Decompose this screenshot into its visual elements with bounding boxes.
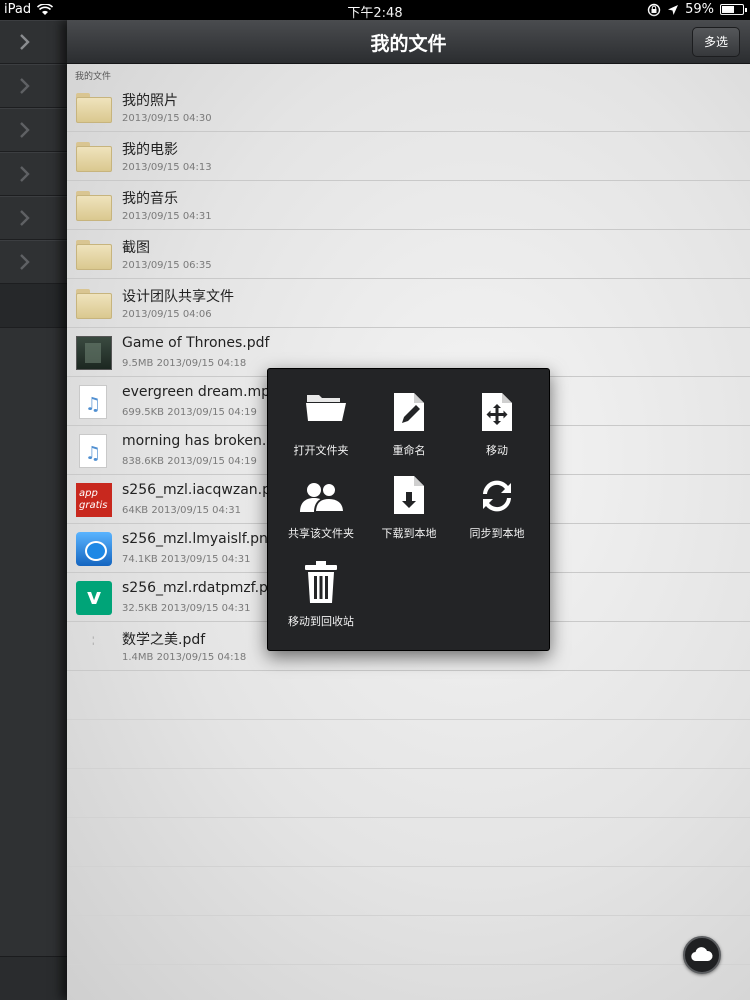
empty-row: [67, 671, 750, 720]
folder-icon: [76, 189, 112, 223]
file-name: s256_mzl.iacqwzan.png: [122, 482, 289, 498]
menu-item-label: 下载到本地: [381, 527, 437, 540]
file-meta: 32.5KB 2013/09/15 04:31: [122, 603, 251, 614]
music-file-icon: ♫: [79, 385, 107, 419]
menu-item-sync[interactable]: 同步到本地: [450, 452, 544, 540]
file-name: s256_mzl.lmyaislf.png: [122, 531, 277, 547]
battery-percent: 59%: [685, 2, 714, 17]
sidebar-item[interactable]: [0, 108, 67, 152]
trash-icon: [305, 561, 337, 603]
menu-item-download[interactable]: 下载到本地: [362, 452, 456, 540]
folder-icon: [76, 140, 112, 174]
rotation-lock-icon: [647, 3, 661, 16]
battery-icon: [720, 4, 747, 15]
open-folder-icon: [306, 395, 346, 421]
file-meta: 74.1KB 2013/09/15 04:31: [122, 554, 251, 565]
sidebar-item-selected[interactable]: [0, 284, 67, 328]
file-row[interactable]: 我的电影 2013/09/15 04:13: [67, 132, 750, 181]
sidebar-item[interactable]: [0, 240, 67, 284]
chevron-right-icon: [20, 210, 30, 226]
file-row[interactable]: 我的照片 2013/09/15 04:30: [67, 83, 750, 132]
status-time: 下午2:48: [347, 6, 403, 21]
sidebar-item[interactable]: [0, 64, 67, 108]
file-meta: 64KB 2013/09/15 04:31: [122, 505, 241, 516]
file-name: s256_mzl.rdatpmzf.png: [122, 580, 286, 596]
file-name: 我的音乐: [122, 191, 178, 207]
sidebar-footer: [0, 956, 67, 1000]
share-users-icon: [300, 482, 346, 513]
file-meta: 2013/09/15 04:13: [122, 162, 212, 173]
breadcrumb: 我的文件: [75, 72, 112, 82]
blank-file-icon: [76, 630, 112, 664]
folder-icon: [76, 287, 112, 321]
sidebar: [0, 20, 67, 1000]
location-icon: [668, 4, 679, 15]
page-title: 我的文件: [370, 33, 447, 55]
file-name: 数学之美.pdf: [122, 632, 206, 648]
navigation-bar: 我的文件 多选: [67, 20, 750, 64]
file-meta: 2013/09/15 06:35: [122, 260, 212, 271]
vine-thumbnail-icon: v: [76, 581, 112, 615]
file-name: 截图: [122, 240, 150, 256]
app-gratis-thumbnail-icon: app gratis: [76, 483, 112, 517]
chevron-right-icon: [20, 78, 30, 94]
sync-icon: [483, 480, 511, 512]
folder-icon: [76, 238, 112, 272]
cloud-button[interactable]: [683, 936, 721, 974]
bird-thumbnail-icon: [76, 532, 112, 566]
file-meta: 1.4MB 2013/09/15 04:18: [122, 652, 247, 663]
sidebar-item[interactable]: [0, 20, 67, 64]
file-meta: 2013/09/15 04:06: [122, 309, 212, 320]
menu-item-open-folder[interactable]: 打开文件夹: [274, 369, 368, 457]
sidebar-item[interactable]: [0, 196, 67, 240]
status-bar: iPad 下午2:48 59%: [0, 0, 750, 21]
sidebar-item[interactable]: [0, 152, 67, 196]
empty-row: [67, 720, 750, 769]
pdf-thumbnail-icon: [76, 336, 112, 370]
menu-item-move[interactable]: 移动: [450, 369, 544, 457]
empty-row: [67, 769, 750, 818]
music-file-icon: ♫: [79, 434, 107, 468]
multi-select-button[interactable]: 多选: [692, 27, 740, 57]
chevron-right-icon: [20, 254, 30, 270]
file-meta: 699.5KB 2013/09/15 04:19: [122, 407, 257, 418]
empty-row: [67, 916, 750, 965]
menu-item-move-to-trash[interactable]: 移动到回收站: [274, 540, 368, 628]
file-meta: 9.5MB 2013/09/15 04:18: [122, 358, 247, 369]
file-name: 我的照片: [122, 93, 178, 109]
cloud-icon: [691, 947, 713, 962]
file-name: Game of Thrones.pdf: [122, 335, 270, 351]
file-row[interactable]: 我的音乐 2013/09/15 04:31: [67, 181, 750, 230]
menu-item-rename[interactable]: 重命名: [362, 369, 456, 457]
menu-item-share-folder[interactable]: 共享该文件夹: [274, 452, 368, 540]
menu-item-label: 移动到回收站: [288, 615, 354, 628]
file-meta: 838.6KB 2013/09/15 04:19: [122, 456, 257, 467]
folder-icon: [76, 91, 112, 125]
file-name: 我的电影: [122, 142, 178, 158]
menu-item-label: 同步到本地: [469, 527, 525, 540]
menu-item-label: 共享该文件夹: [288, 527, 354, 540]
empty-row: [67, 818, 750, 867]
download-icon: [394, 476, 424, 514]
file-name: evergreen dream.mp3: [122, 384, 279, 400]
file-row[interactable]: 设计团队共享文件 2013/09/15 04:06: [67, 279, 750, 328]
chevron-right-icon: [20, 122, 30, 138]
file-meta: 2013/09/15 04:30: [122, 113, 212, 124]
file-row[interactable]: 截图 2013/09/15 06:35: [67, 230, 750, 279]
context-menu: 打开文件夹 重命名 移动 共享该文件夹 下载到本地 同步到本地 移动到回收站: [267, 368, 550, 651]
empty-row: [67, 867, 750, 916]
chevron-right-icon: [20, 34, 30, 50]
file-meta: 2013/09/15 04:31: [122, 211, 212, 222]
move-icon: [482, 393, 512, 431]
rename-icon: [394, 393, 424, 431]
file-name: 设计团队共享文件: [122, 289, 234, 305]
chevron-right-icon: [20, 166, 30, 182]
